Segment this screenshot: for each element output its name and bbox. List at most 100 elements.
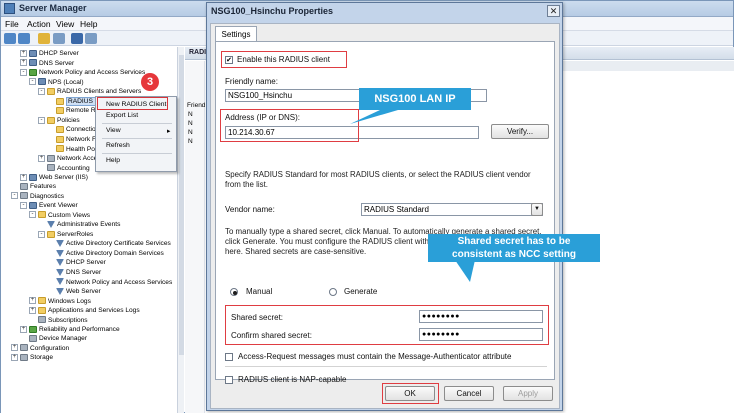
expand-icon[interactable]: + [20,325,27,333]
tree-item[interactable]: + Network Acce [38,154,97,163]
tree-item[interactable]: Health Po [47,145,95,154]
tree-item[interactable]: - Policies [38,116,80,125]
expand-icon[interactable]: + [29,297,36,305]
expand-icon[interactable]: + [11,353,18,361]
back-arrow-icon[interactable] [4,33,16,44]
tree-item-label: Network F [66,135,97,143]
verify-button[interactable]: Verify... [491,124,549,139]
forward-arrow-icon[interactable] [18,33,30,44]
tree-item[interactable]: Subscriptions [29,316,88,325]
tree-item[interactable]: - Custom Views [29,211,90,220]
tree-item[interactable]: DHCP Server [47,258,106,267]
divider [225,366,547,367]
tree-item[interactable]: Network Policy and Access Services [47,278,172,287]
list-item[interactable]: N [188,111,193,118]
tree-item[interactable]: + Web Server (IIS) [20,173,88,182]
column-header-friendly-name[interactable]: Friend [187,102,205,109]
nap-capable-label: RADIUS client is NAP-capable [238,375,347,384]
tree-item[interactable]: Features [11,182,56,191]
tree-item[interactable]: RADIUS C [47,96,102,106]
tree-item[interactable]: - Network Policy and Access Services [20,68,145,77]
tree-item[interactable]: - ServerRoles [38,230,93,239]
collapse-icon[interactable]: - [38,116,45,124]
chevron-down-icon[interactable]: ▼ [531,203,543,216]
gray-icon [20,353,28,361]
tree-item[interactable]: Device Manager [20,334,87,343]
expand-icon[interactable]: + [20,173,27,181]
list-item[interactable]: N [188,138,193,145]
collapse-icon[interactable]: - [20,201,27,209]
server-icon [29,49,37,57]
tree-item[interactable]: Connectio [47,125,96,134]
help-icon[interactable] [71,33,83,44]
tree-scrollbar[interactable] [177,47,184,413]
tree-item[interactable]: + Applications and Services Logs [29,306,140,315]
menu-action[interactable]: Action [27,19,51,29]
tree-item[interactable]: - Diagnostics [11,192,64,201]
expand-icon[interactable]: + [29,306,36,314]
expand-icon[interactable]: + [11,344,18,352]
filter-icon [56,249,64,257]
menu-help[interactable]: Help [80,19,97,29]
collapse-icon[interactable]: - [38,87,45,95]
nap-capable-checkbox[interactable] [225,376,233,384]
tree-item[interactable]: DNS Server [47,268,101,277]
menu-view[interactable]: View [56,19,74,29]
menu-file[interactable]: File [5,19,19,29]
tree-item[interactable]: + Windows Logs [29,297,91,306]
tree-item-label: Diagnostics [30,192,65,200]
menu-item-view[interactable]: View [106,127,121,134]
message-authenticator-label: Access-Request messages must contain the… [238,352,512,361]
collapse-icon[interactable]: - [29,211,36,219]
manual-radio[interactable] [230,288,238,296]
list-item[interactable]: N [188,129,193,136]
tree-item[interactable]: - RADIUS Clients and Servers [38,87,141,96]
message-authenticator-checkbox[interactable] [225,353,233,361]
tree-item[interactable]: Active Directory Domain Services [47,249,164,258]
menu-item-help[interactable]: Help [106,157,120,164]
vendor-help-text: Specify RADIUS Standard for most RADIUS … [225,170,531,189]
expand-icon[interactable]: + [38,154,45,162]
tree-item-label: Active Directory Domain Services [66,249,164,257]
expand-icon[interactable]: + [20,49,27,57]
tree-item[interactable]: + Configuration [11,344,69,353]
apply-button[interactable]: Apply [503,386,553,401]
tree-item[interactable]: + DNS Server [20,59,74,68]
tree-item[interactable]: Active Directory Certificate Services [47,239,171,248]
tree-item[interactable]: - Event Viewer [20,201,78,210]
tree-item[interactable]: + Storage [11,353,53,362]
tree-item-label: Accounting [57,164,90,172]
collapse-icon[interactable]: - [38,230,45,238]
cancel-button[interactable]: Cancel [444,386,494,401]
tree-item[interactable]: Administrative Events [38,220,120,229]
tab-settings[interactable]: Settings [215,26,257,42]
properties-icon[interactable] [85,33,97,44]
gray-icon [20,183,28,191]
tree-item[interactable]: - NPS (Local) [29,78,84,87]
dialog-title: NSG100_Hsinchu Properties [211,6,334,16]
tree-item[interactable]: + DHCP Server [20,49,79,58]
collapse-icon[interactable]: - [29,78,36,86]
tree-item[interactable]: Remote R [47,106,96,115]
tree-item[interactable]: Network F [47,135,96,144]
vendor-name-select[interactable]: RADIUS Standard [361,203,543,216]
tree-item[interactable]: + Reliability and Performance [20,325,120,334]
list-item[interactable]: N [188,120,193,127]
tree-scrollbar-thumb[interactable] [179,55,184,355]
tree-item[interactable]: Accounting [38,164,90,173]
tree-item-label: Connectio [66,126,96,134]
collapse-icon[interactable]: - [20,68,27,76]
folder-icon [47,230,55,238]
collapse-icon[interactable]: - [11,192,18,200]
close-icon[interactable]: ✕ [547,5,560,17]
menu-item-export-list[interactable]: Export List [106,112,138,119]
generate-radio[interactable] [329,288,337,296]
menu-item-refresh[interactable]: Refresh [106,142,130,149]
expand-icon[interactable]: + [20,59,27,67]
show-hide-tree-icon[interactable] [53,33,65,44]
tree-item-label: NPS (Local) [48,78,84,86]
tree-item[interactable]: Web Server [47,287,101,296]
up-folder-icon[interactable] [38,33,50,44]
tree-item-label: Policies [57,116,80,124]
dialog-body: Settings ✔ Enable this RADIUS client Fri… [210,23,560,409]
